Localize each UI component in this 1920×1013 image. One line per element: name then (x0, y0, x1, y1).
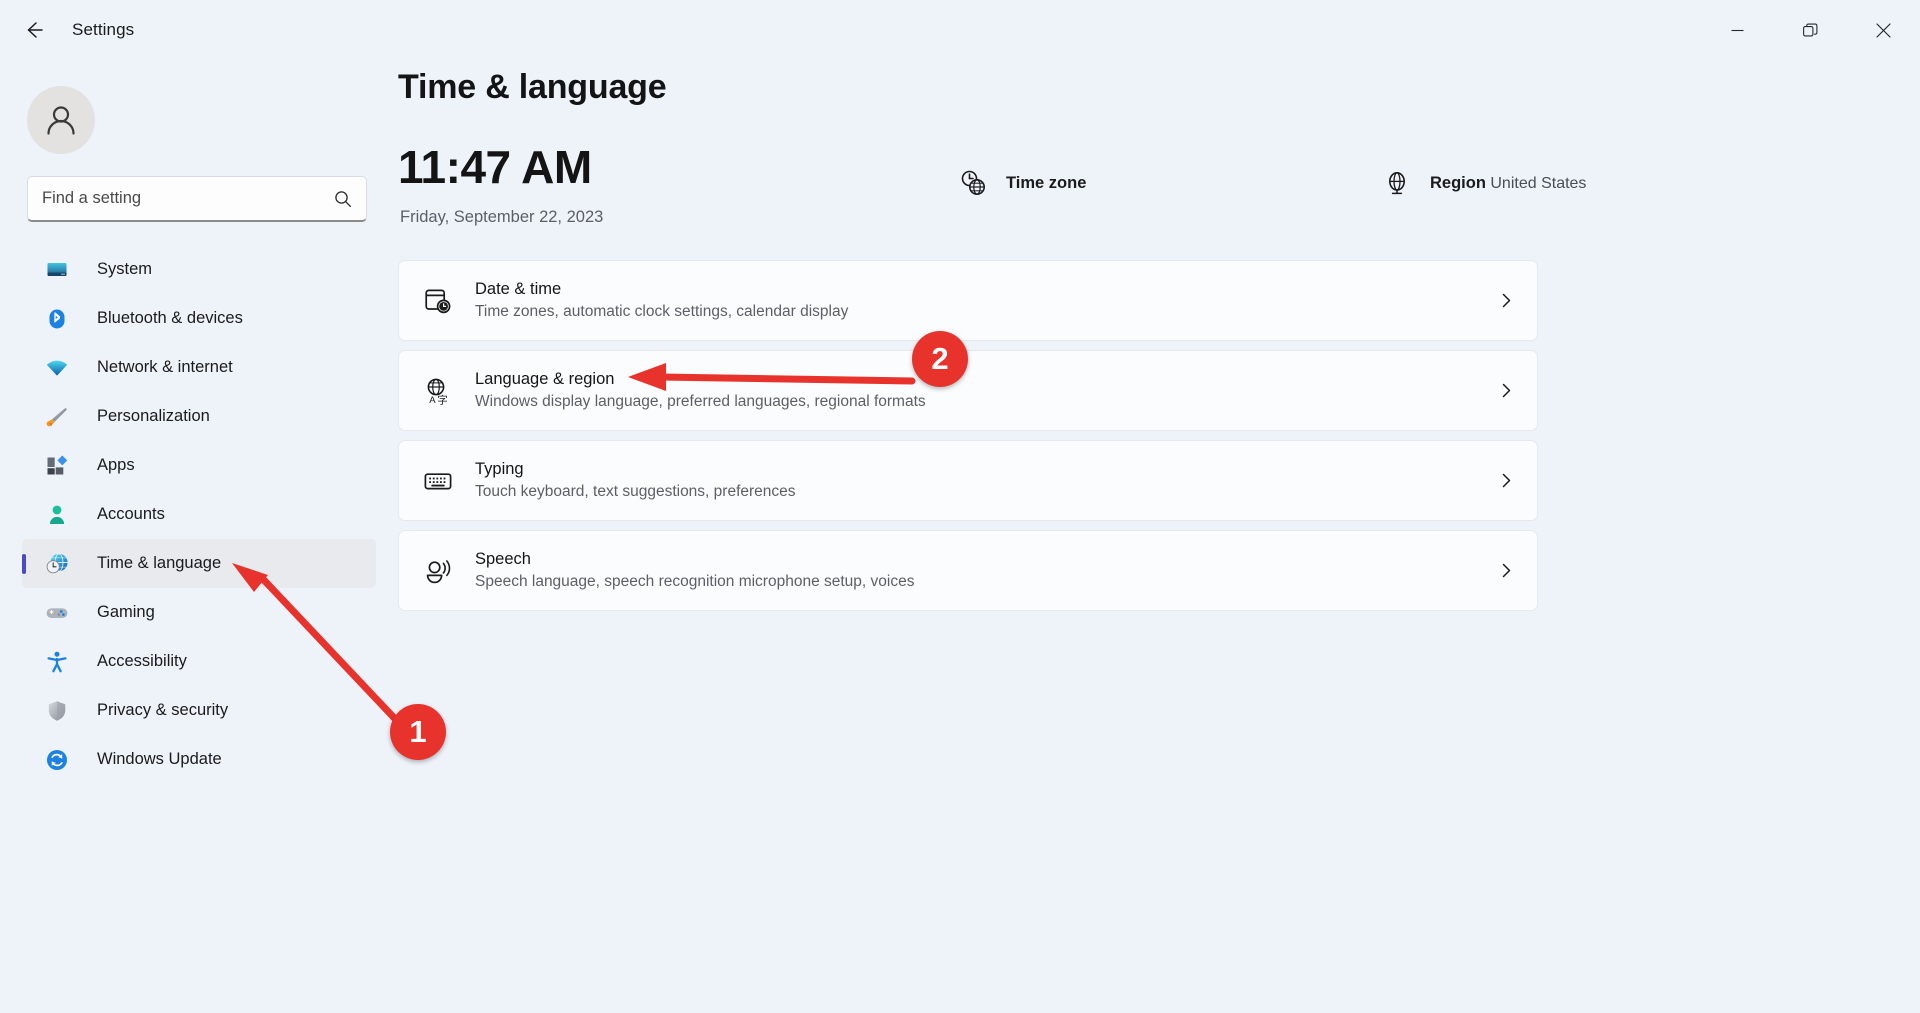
settings-card-language-region[interactable]: A 字 Language & region Windows display la… (398, 350, 1538, 431)
sidebar-item-accounts[interactable]: Accounts (22, 490, 376, 539)
user-avatar-icon (47, 106, 75, 135)
close-icon (1876, 22, 1891, 38)
bluetooth-icon (44, 306, 70, 332)
minimize-button[interactable] (1701, 0, 1774, 60)
gamepad-icon (44, 600, 70, 626)
card-subtitle: Windows display language, preferred lang… (475, 393, 926, 410)
person-icon (44, 502, 70, 528)
apps-icon (44, 453, 70, 479)
title-bar: Settings (0, 0, 1920, 60)
settings-card-speech[interactable]: Speech Speech language, speech recogniti… (398, 530, 1538, 611)
sidebar-item-label: Time & language (97, 554, 222, 572)
sidebar-item-time-language[interactable]: Time & language (22, 539, 376, 588)
sidebar-item-apps[interactable]: Apps (22, 441, 376, 490)
restore-icon (1803, 23, 1818, 36)
card-subtitle: Speech language, speech recognition micr… (475, 573, 915, 590)
sidebar-item-privacy-security[interactable]: Privacy & security (22, 686, 376, 735)
close-button[interactable] (1847, 0, 1920, 60)
status-region: Region United States (1380, 166, 1586, 200)
avatar[interactable] (27, 86, 95, 154)
search-icon[interactable] (334, 190, 352, 208)
card-title: Date & time (475, 280, 562, 298)
sidebar-item-label: Gaming (97, 603, 155, 621)
window-controls (1701, 0, 1920, 60)
sidebar-item-label: System (97, 260, 153, 278)
sidebar-item-label: Accessibility (97, 652, 187, 670)
settings-card-typing[interactable]: Typing Touch keyboard, text suggestions,… (398, 440, 1538, 521)
status-time-zone: Time zone (956, 166, 1086, 200)
sidebar-item-gaming[interactable]: Gaming (22, 588, 376, 637)
sidebar: System Bluetooth & devices (0, 60, 398, 1008)
svg-text:A: A (429, 395, 436, 406)
keyboard-icon (421, 464, 455, 498)
sidebar-item-system[interactable]: System (22, 245, 376, 294)
calendar-clock-icon (421, 284, 455, 318)
card-subtitle: Time zones, automatic clock settings, ca… (475, 303, 849, 320)
restore-button[interactable] (1774, 0, 1847, 60)
sidebar-item-network-internet[interactable]: Network & internet (22, 343, 376, 392)
chevron-right-icon[interactable] (1498, 382, 1515, 399)
back-arrow-icon (27, 22, 43, 38)
chevron-right-icon[interactable] (1498, 562, 1515, 579)
sidebar-item-personalization[interactable]: Personalization (22, 392, 376, 441)
sidebar-item-label: Network & internet (97, 358, 233, 376)
paintbrush-icon (44, 404, 70, 430)
search-box[interactable] (27, 176, 367, 222)
sidebar-item-label: Privacy & security (97, 701, 229, 719)
card-title: Language & region (475, 370, 615, 388)
update-icon (44, 747, 70, 773)
sidebar-item-bluetooth-devices[interactable]: Bluetooth & devices (22, 294, 376, 343)
back-button[interactable] (12, 8, 56, 52)
minimize-icon (1731, 29, 1744, 31)
clock-globe-icon (44, 551, 70, 577)
card-subtitle: Touch keyboard, text suggestions, prefer… (475, 483, 796, 500)
card-title: Typing (475, 460, 524, 478)
settings-card-list: Date & time Time zones, automatic clock … (398, 260, 1538, 620)
app-title: Settings (72, 20, 135, 39)
sidebar-item-label: Apps (97, 456, 135, 474)
monitor-icon (44, 257, 70, 283)
svg-text:字: 字 (437, 393, 448, 406)
sidebar-item-accessibility[interactable]: Accessibility (22, 637, 376, 686)
speech-icon (421, 554, 455, 588)
clock-globe-icon (956, 166, 990, 200)
status-value: United States (1490, 174, 1587, 192)
translate-globe-icon: A 字 (421, 374, 455, 408)
sidebar-item-label: Personalization (97, 407, 210, 425)
sidebar-item-windows-update[interactable]: Windows Update (22, 735, 376, 784)
card-title: Speech (475, 550, 531, 568)
status-row: Time zone Region United States (398, 158, 1920, 228)
chevron-right-icon[interactable] (1498, 472, 1515, 489)
page-title: Time & language (398, 68, 667, 106)
sidebar-nav: System Bluetooth & devices Network & int… (0, 245, 398, 784)
wifi-icon (44, 355, 70, 381)
search-input[interactable] (42, 189, 334, 208)
globe-icon (1380, 166, 1414, 200)
accessibility-icon (44, 649, 70, 675)
shield-icon (44, 698, 70, 724)
status-label: Time zone (1006, 173, 1087, 192)
sidebar-item-label: Windows Update (97, 750, 222, 768)
status-label: Region (1430, 173, 1486, 192)
sidebar-item-label: Accounts (97, 505, 165, 523)
sidebar-item-label: Bluetooth & devices (97, 309, 243, 327)
chevron-right-icon[interactable] (1498, 292, 1515, 309)
main-content: Time & language 11:47 AM Friday, Septemb… (398, 60, 1920, 1008)
settings-card-date-time[interactable]: Date & time Time zones, automatic clock … (398, 260, 1538, 341)
